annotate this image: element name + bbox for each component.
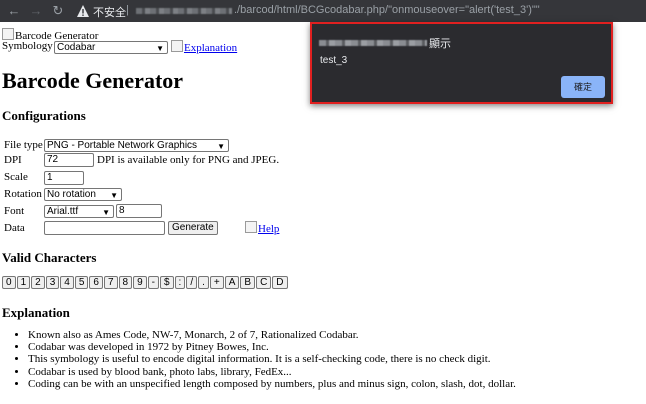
explanation-list: Known also as Ames Code, NW-7, Monarch, … xyxy=(14,329,516,390)
font-value: Arial.ttf xyxy=(47,206,79,217)
char-button[interactable]: 4 xyxy=(60,276,74,289)
warning-icon[interactable] xyxy=(76,4,90,18)
char-button[interactable]: 1 xyxy=(16,276,31,289)
blurred-url-host[interactable] xyxy=(136,8,232,14)
alert-dialog: 顯示 test_3 確定 xyxy=(310,22,613,104)
char-button[interactable]: - xyxy=(147,276,159,289)
list-item: Codabar was developed in 1972 by Pitney … xyxy=(28,341,516,353)
rotation-label: Rotation xyxy=(4,188,42,200)
char-button[interactable]: 3 xyxy=(45,276,60,289)
filetype-select[interactable]: PNG - Portable Network Graphics ▼ xyxy=(44,139,229,152)
char-button[interactable]: B xyxy=(240,276,256,289)
symbology-select[interactable]: Codabar ▼ xyxy=(54,41,168,54)
char-button[interactable]: 5 xyxy=(74,276,89,289)
configurations-heading: Configurations xyxy=(2,108,86,123)
explanation-heading: Explanation xyxy=(2,305,70,320)
char-button[interactable]: $ xyxy=(159,276,174,289)
char-button[interactable]: / xyxy=(186,276,198,289)
dpi-input[interactable]: 72 xyxy=(44,153,94,167)
symbology-value: Codabar xyxy=(57,42,96,53)
scale-label: Scale xyxy=(4,171,28,183)
page-title: Barcode Generator xyxy=(2,68,184,93)
dpi-note: DPI is available only for PNG and JPEG. xyxy=(97,154,280,166)
valid-characters-heading: Valid Characters xyxy=(2,250,97,265)
dialog-message: test_3 xyxy=(320,55,348,66)
broken-image-icon xyxy=(2,28,14,40)
list-item: This symbology is useful to encode digit… xyxy=(28,353,516,365)
char-button[interactable]: 8 xyxy=(118,276,133,289)
font-size-input[interactable]: 8 xyxy=(116,204,162,218)
font-select[interactable]: Arial.ttf ▼ xyxy=(44,205,114,218)
rotation-value: No rotation xyxy=(47,189,96,200)
char-button[interactable]: : xyxy=(174,276,186,289)
chevron-down-icon: ▼ xyxy=(156,44,164,53)
chevron-down-icon: ▼ xyxy=(110,191,118,200)
dpi-label: DPI xyxy=(4,154,22,166)
char-button[interactable]: 0 xyxy=(2,276,16,289)
list-item: Codabar is used by blood bank, photo lab… xyxy=(28,366,516,378)
forward-arrow-icon[interactable]: → xyxy=(28,3,44,19)
char-button[interactable]: 2 xyxy=(31,276,45,289)
char-button[interactable]: 6 xyxy=(89,276,103,289)
blurred-dialog-host xyxy=(319,40,427,46)
char-button[interactable]: . xyxy=(198,276,209,289)
reload-icon[interactable]: ↻ xyxy=(50,3,66,19)
font-label: Font xyxy=(4,205,25,217)
address-bar-path[interactable]: ./barcod/html/BCGcodabar.php/"onmouseove… xyxy=(234,4,540,16)
list-item: Coding can be with an unspecified length… xyxy=(28,378,516,390)
char-button[interactable]: 9 xyxy=(133,276,147,289)
back-arrow-icon[interactable]: ← xyxy=(6,3,22,19)
rotation-select[interactable]: No rotation ▼ xyxy=(44,188,122,201)
valid-characters-row: 0 1 2 3 4 5 6 7 8 9 - $ : / . + A B C D xyxy=(2,276,288,289)
help-link-wrap[interactable]: Help xyxy=(245,221,279,235)
ok-button[interactable]: 確定 xyxy=(561,76,605,98)
broken-image-icon xyxy=(171,40,183,52)
generate-button[interactable]: Generate xyxy=(168,221,218,235)
scale-input[interactable]: 1 xyxy=(44,171,84,185)
char-button[interactable]: D xyxy=(272,276,288,289)
chevron-down-icon: ▼ xyxy=(102,208,110,217)
chevron-down-icon: ▼ xyxy=(217,142,225,151)
list-item: Known also as Ames Code, NW-7, Monarch, … xyxy=(28,329,516,341)
help-link[interactable]: Help xyxy=(258,223,279,235)
char-button[interactable]: A xyxy=(224,276,240,289)
explanation-link[interactable]: Explanation xyxy=(184,42,237,54)
url-separator: | xyxy=(126,4,129,16)
browser-toolbar: ← → ↻ 不安全 | ./barcod/html/BCGcodabar.php… xyxy=(0,0,646,22)
dialog-title: 顯示 xyxy=(429,38,451,50)
symbology-label: Symbology xyxy=(2,40,53,52)
broken-image-icon xyxy=(245,221,257,233)
explanation-link-wrap[interactable]: Explanation xyxy=(171,40,237,54)
char-button[interactable]: + xyxy=(209,276,224,289)
not-secure-label[interactable]: 不安全 xyxy=(93,4,126,20)
data-label: Data xyxy=(4,222,25,234)
filetype-label: File type xyxy=(4,139,43,151)
data-input[interactable] xyxy=(44,221,165,235)
char-button[interactable]: C xyxy=(256,276,272,289)
char-button[interactable]: 7 xyxy=(103,276,118,289)
filetype-value: PNG - Portable Network Graphics xyxy=(47,140,198,151)
